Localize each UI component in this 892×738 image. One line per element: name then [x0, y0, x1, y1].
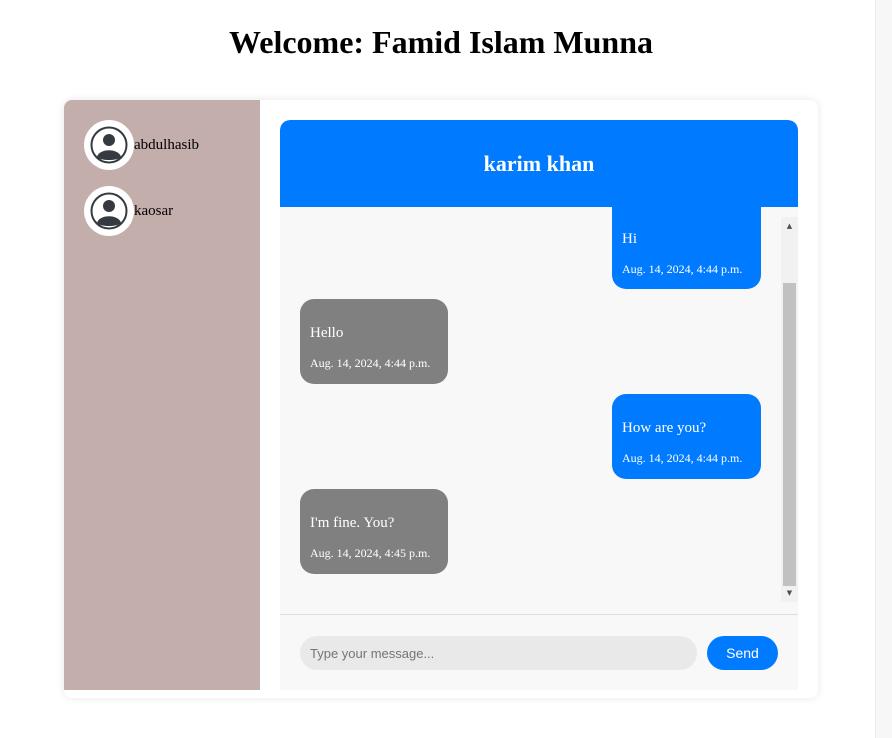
message-bubble-received: I'm fine. You? Aug. 14, 2024, 4:45 p.m.: [300, 489, 448, 574]
sidebar-contact-abdulhasib[interactable]: abdulhasib: [84, 120, 199, 170]
message-timestamp: Aug. 14, 2024, 4:45 p.m.: [310, 546, 431, 560]
chat-header: karim khan: [280, 120, 798, 207]
user-avatar-icon: [84, 186, 134, 236]
message-text: I'm fine. You?: [310, 515, 395, 531]
send-button[interactable]: Send: [707, 636, 778, 670]
message-timestamp: Aug. 14, 2024, 4:44 p.m.: [622, 451, 743, 465]
chat-panel: karim khan Hi Aug. 14, 2024, 4:44 p.m. H…: [280, 120, 798, 690]
message-text: Hello: [310, 325, 344, 341]
message-input[interactable]: [300, 636, 697, 670]
message-timestamp: Aug. 14, 2024, 4:44 p.m.: [310, 356, 431, 370]
chat-partner-name: karim khan: [483, 150, 595, 176]
page-scrollbar[interactable]: [875, 0, 892, 738]
contact-name: abdulhasib: [134, 136, 199, 153]
contact-name: kaosar: [134, 202, 174, 219]
message-bubble-received: Hello Aug. 14, 2024, 4:44 p.m.: [300, 299, 448, 384]
message-text: Hi: [622, 231, 637, 247]
messages-scrollbar[interactable]: ▲ ▼: [781, 217, 798, 602]
user-avatar-icon: [84, 120, 134, 170]
scroll-down-arrow-icon[interactable]: ▼: [781, 586, 798, 600]
contacts-sidebar: abdulhasib kaosar: [64, 100, 260, 690]
page-title: Welcome: Famid Islam Munna: [229, 24, 653, 60]
message-timestamp: Aug. 14, 2024, 4:44 p.m.: [622, 262, 743, 276]
chat-app-card: abdulhasib kaosar karim khan Hi Aug. 14,…: [64, 100, 818, 698]
scrollbar-thumb[interactable]: [783, 283, 796, 586]
message-bubble-sent: Hi Aug. 14, 2024, 4:44 p.m.: [612, 207, 761, 289]
message-input-bar: Send: [280, 614, 798, 690]
messages-area[interactable]: Hi Aug. 14, 2024, 4:44 p.m. Hello Aug. 1…: [280, 207, 798, 614]
scroll-up-arrow-icon[interactable]: ▲: [781, 219, 798, 233]
sidebar-contact-kaosar[interactable]: kaosar: [84, 186, 173, 236]
message-text: How are you?: [622, 420, 707, 436]
message-bubble-sent: How are you? Aug. 14, 2024, 4:44 p.m.: [612, 394, 761, 479]
